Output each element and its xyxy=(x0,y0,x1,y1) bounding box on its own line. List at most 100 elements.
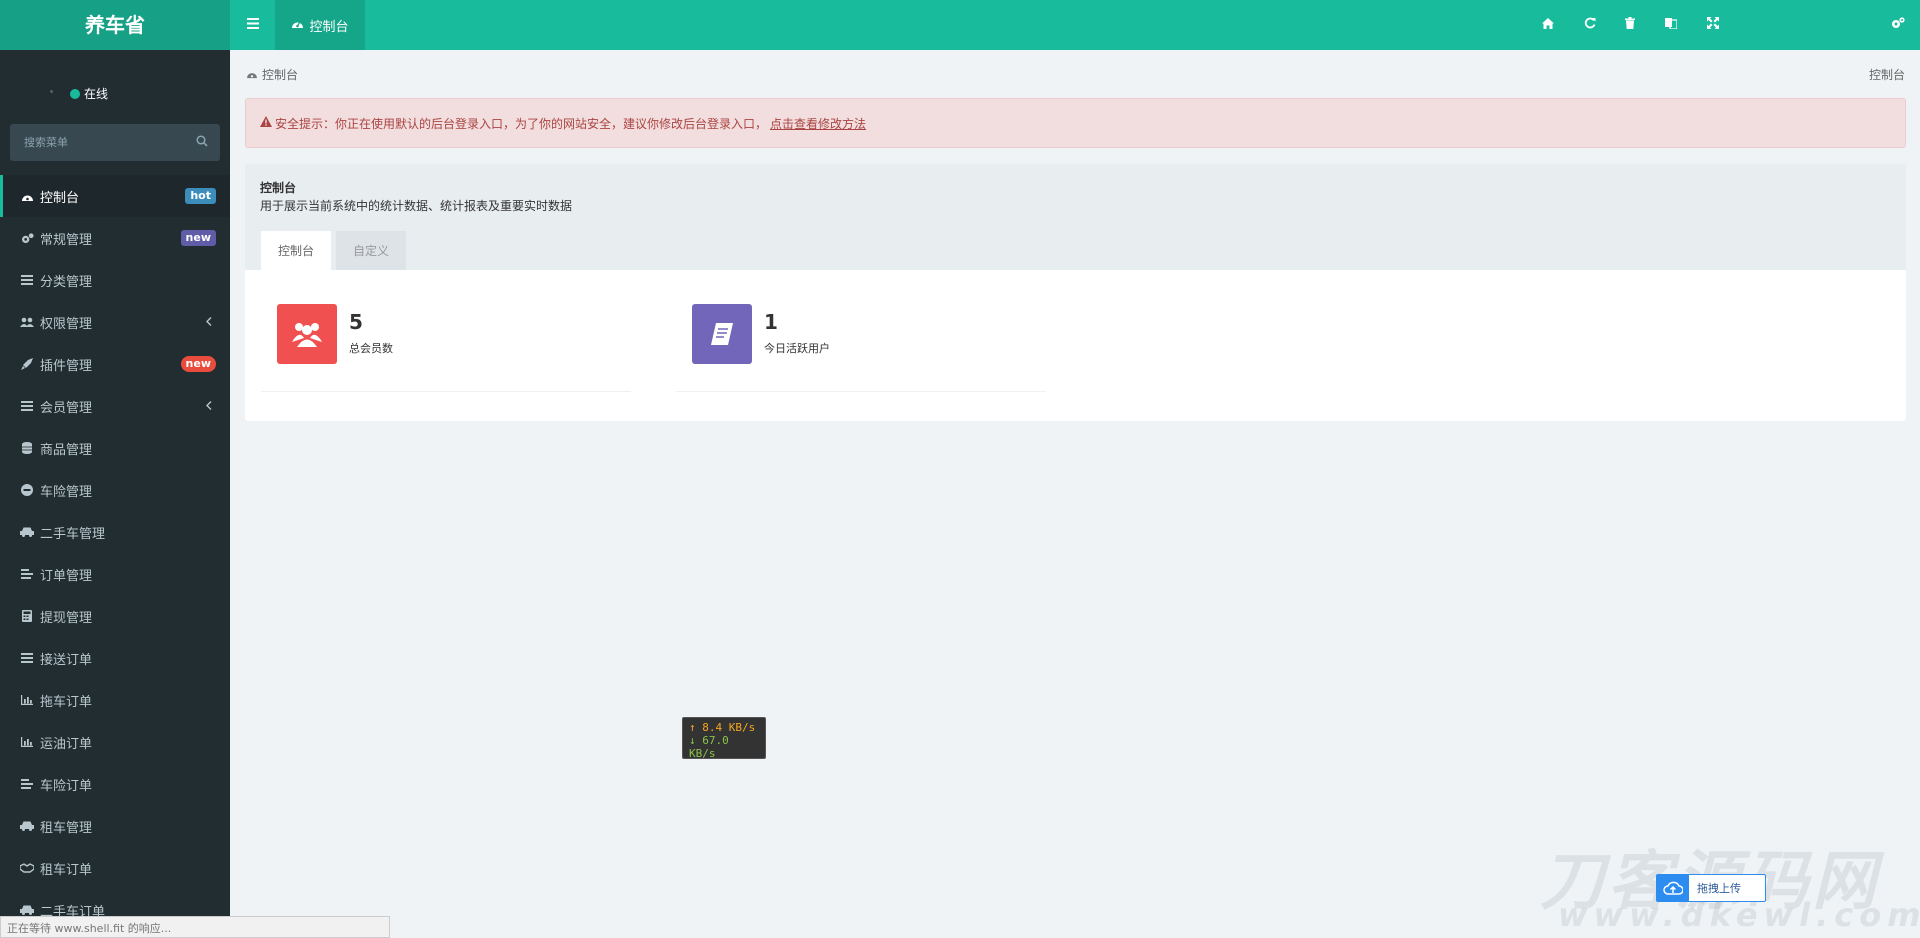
panel-description: 用于展示当前系统中的统计数据、统计报表及重要实时数据 xyxy=(260,199,573,213)
warning-icon xyxy=(260,116,272,130)
sidebar-item-fuel-orders[interactable]: 运油订单 xyxy=(0,721,230,763)
sidebar-item-label: 权限管理 xyxy=(40,316,93,332)
sidebar-item-pickup-orders[interactable]: 接送订单 xyxy=(0,637,230,679)
menu-search-input[interactable] xyxy=(10,124,180,161)
breadcrumb-label[interactable]: 控制台 xyxy=(262,66,298,83)
handshake-icon xyxy=(20,861,34,875)
sidebar-item-member[interactable]: 会员管理 xyxy=(0,385,230,427)
list-icon xyxy=(20,651,34,665)
sidebar-item-label: 二手车管理 xyxy=(40,526,106,542)
users-icon xyxy=(277,304,337,364)
tab-dashboard[interactable]: 控制台 xyxy=(275,0,365,50)
sidebar-item-label: 订单管理 xyxy=(40,568,93,584)
settings-button[interactable] xyxy=(1878,0,1918,50)
sidebar-item-label: 运油订单 xyxy=(40,736,93,752)
sidebar: 在线 控制台 hot 常规管理 new 分类管理 权限管理 插 xyxy=(0,50,230,938)
stat-card-active-users: 1 今日活跃用户 xyxy=(676,304,1046,392)
drag-upload-button[interactable]: 拖拽上传 xyxy=(1656,874,1766,902)
sidebar-item-insurance-orders[interactable]: 车险订单 xyxy=(0,763,230,805)
dashboard-icon xyxy=(246,68,258,82)
panel-title: 控制台 xyxy=(260,181,297,195)
sidebar-item-addon[interactable]: 插件管理 new xyxy=(0,343,230,385)
online-dot-icon xyxy=(70,88,80,99)
menu-search xyxy=(10,124,220,161)
app-logo[interactable]: 养车省 xyxy=(0,0,230,50)
stat-label: 总会员数 xyxy=(349,342,393,355)
browser-status-bar: 正在等待 www.shell.fit 的响应... xyxy=(0,916,390,938)
cloud-upload-icon xyxy=(1657,875,1689,901)
sidebar-item-label: 租车管理 xyxy=(40,820,93,836)
align-left-icon xyxy=(20,567,34,581)
sidebar-item-label: 拖车订单 xyxy=(40,694,93,710)
stat-label: 今日活跃用户 xyxy=(764,342,830,355)
sidebar-item-general[interactable]: 常规管理 new xyxy=(0,217,230,259)
gears-icon xyxy=(20,231,34,245)
expand-icon xyxy=(1707,17,1719,33)
tab-dashboard[interactable]: 控制台 xyxy=(261,231,331,270)
book-icon xyxy=(692,304,752,364)
clear-cache-button[interactable] xyxy=(1610,0,1650,50)
sidebar-item-label: 插件管理 xyxy=(40,358,93,374)
sidebar-item-rental-orders[interactable]: 租车订单 xyxy=(0,847,230,889)
sidebar-item-withdraw[interactable]: 提现管理 xyxy=(0,595,230,637)
trash-icon xyxy=(1625,17,1635,33)
sidebar-toggle-button[interactable] xyxy=(230,0,275,50)
calculator-icon xyxy=(20,609,34,623)
refresh-icon xyxy=(1584,17,1596,33)
home-button[interactable] xyxy=(1528,0,1568,50)
upload-label: 拖拽上传 xyxy=(1697,882,1741,895)
sidebar-item-used-car[interactable]: 二手车管理 xyxy=(0,511,230,553)
avatar xyxy=(50,90,53,93)
breadcrumb: 控制台 xyxy=(246,66,298,83)
sidebar-item-goods[interactable]: 商品管理 xyxy=(0,427,230,469)
language-button[interactable] xyxy=(1651,0,1691,50)
security-alert: 安全提示：你正在使用默认的后台登录入口，为了你的网站安全，建议你修改后台登录入口… xyxy=(245,98,1906,148)
new-badge: new xyxy=(180,230,216,246)
online-status: 在线 xyxy=(70,85,108,102)
translate-icon xyxy=(1665,17,1678,33)
top-header: 养车省 控制台 xyxy=(0,0,1920,50)
sidebar-item-auth[interactable]: 权限管理 xyxy=(0,301,230,343)
sidebar-item-tow-orders[interactable]: 拖车订单 xyxy=(0,679,230,721)
sidebar-item-orders[interactable]: 订单管理 xyxy=(0,553,230,595)
alert-link[interactable]: 点击查看修改方法 xyxy=(770,115,866,132)
breadcrumb-current: 控制台 xyxy=(1868,68,1905,82)
bar-chart-icon xyxy=(20,735,34,749)
user-panel: 在线 xyxy=(0,75,230,115)
list-icon xyxy=(20,273,34,287)
sidebar-item-label: 会员管理 xyxy=(40,400,93,416)
search-icon[interactable] xyxy=(196,135,208,151)
car-icon xyxy=(20,525,34,539)
stat-card-members: 5 总会员数 xyxy=(261,304,631,392)
sidebar-item-rental[interactable]: 租车管理 xyxy=(0,805,230,847)
bar-chart-icon xyxy=(20,693,34,707)
fullscreen-button[interactable] xyxy=(1693,0,1733,50)
gears-icon xyxy=(1891,17,1905,33)
network-speed-widget: ↑ 8.4 KB/s ↓ 67.0 KB/s xyxy=(682,717,766,760)
sidebar-item-label: 控制台 xyxy=(40,190,80,206)
sidebar-menu: 控制台 hot 常规管理 new 分类管理 权限管理 插件管理 new 会员管理 xyxy=(0,175,230,931)
dashboard-icon xyxy=(291,18,304,33)
sidebar-item-dashboard[interactable]: 控制台 hot xyxy=(0,175,230,217)
sidebar-item-label: 常规管理 xyxy=(40,232,93,248)
sidebar-item-label: 车险订单 xyxy=(40,778,93,794)
sidebar-item-category[interactable]: 分类管理 xyxy=(0,259,230,301)
sidebar-item-label: 提现管理 xyxy=(40,610,93,626)
stat-value: 5 xyxy=(349,310,363,334)
refresh-button[interactable] xyxy=(1570,0,1610,50)
car-icon xyxy=(20,903,34,917)
upload-speed: ↑ 8.4 KB/s xyxy=(689,721,756,734)
car-icon xyxy=(20,819,34,833)
download-speed: ↓ 67.0 KB/s xyxy=(689,734,729,760)
sidebar-item-label: 接送订单 xyxy=(40,652,93,668)
alert-text: 安全提示：你正在使用默认的后台登录入口，为了你的网站安全，建议你修改后台登录入口… xyxy=(275,116,768,131)
sidebar-item-insurance[interactable]: 车险管理 xyxy=(0,469,230,511)
list-icon xyxy=(20,399,34,413)
hot-badge: hot xyxy=(185,188,216,204)
tab-custom[interactable]: 自定义 xyxy=(336,231,406,270)
minus-circle-icon xyxy=(20,483,34,497)
sidebar-item-label: 分类管理 xyxy=(40,274,93,290)
menu-icon xyxy=(246,17,259,33)
online-status-label: 在线 xyxy=(84,87,109,101)
chevron-left-icon xyxy=(206,399,212,414)
